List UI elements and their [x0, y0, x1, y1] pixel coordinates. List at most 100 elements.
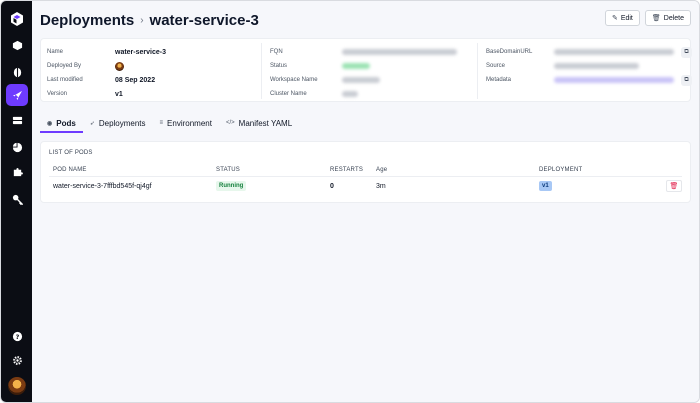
name-value: water-service-3: [115, 48, 166, 56]
sidebar-item-analytics[interactable]: [6, 136, 28, 158]
column-header-restarts: RESTARTS: [330, 167, 364, 173]
box-icon: [12, 40, 22, 50]
metadata-label: Metadata: [486, 77, 512, 83]
version-value: v1: [115, 90, 123, 98]
info-row-source: Source: [486, 59, 692, 73]
server-icon: [12, 116, 22, 124]
sidebar-item-bulb[interactable]: [6, 61, 28, 83]
tab-manifest-yaml[interactable]: </> Manifest YAML: [219, 114, 299, 132]
pod-icon: ◉: [47, 120, 53, 127]
deployer-avatar: [115, 61, 124, 71]
rocket-icon: ➶: [89, 120, 95, 127]
info-row-workspace: Workspace Name: [270, 73, 461, 87]
trash-icon: 🗑︎: [651, 15, 661, 22]
sidebar-item-integrations[interactable]: [6, 161, 28, 183]
column-header-pod-name: POD NAME: [53, 167, 87, 173]
deployment-info-card: Name water-service-3 Deployed By Last mo…: [40, 38, 692, 102]
name-label: Name: [47, 49, 64, 55]
tab-environment[interactable]: ≡ Environment: [153, 114, 219, 132]
sidebar-item-settings[interactable]: [6, 349, 28, 371]
delete-pod-button[interactable]: 🗑︎: [666, 180, 682, 192]
age-cell: 3m: [376, 183, 386, 190]
sidebar-item-servers[interactable]: [6, 109, 28, 131]
tab-pods[interactable]: ◉ Pods: [40, 114, 83, 133]
cluster-label: Cluster Name: [270, 91, 307, 97]
tab-pods-label: Pods: [56, 118, 76, 128]
pods-card: LIST OF PODS POD NAME STATUS RESTARTS Ag…: [40, 141, 691, 203]
info-row-fqn: FQN: [270, 45, 461, 59]
svg-text:?: ?: [15, 332, 19, 340]
column-header-deployment: DEPLOYMENT: [539, 167, 583, 173]
metadata-value-redacted: [554, 77, 674, 83]
info-row-cluster: Cluster Name: [270, 87, 461, 101]
env-icon: ≡: [159, 120, 164, 126]
delete-button[interactable]: 🗑︎ Delete: [644, 10, 691, 26]
key-icon: [12, 194, 23, 205]
trash-icon: 🗑︎: [669, 183, 679, 190]
tab-deployments[interactable]: ➶ Deployments: [83, 114, 153, 132]
info-column-links: BaseDomainURL ⧉ Source Metadata ⧉: [477, 43, 692, 99]
pod-name-cell[interactable]: water-service-3-7fffbd545f-qj4gf: [53, 183, 152, 190]
last-modified-value: 08 Sep 2022: [115, 76, 156, 84]
base-domain-link-icon[interactable]: ⧉: [681, 46, 692, 58]
detail-tabs: ◉ Pods ➶ Deployments ≡ Environment </> M…: [40, 114, 691, 133]
tab-deployments-label: Deployments: [98, 118, 146, 128]
sidebar-item-box[interactable]: [6, 34, 28, 56]
base-domain-label: BaseDomainURL: [486, 49, 533, 55]
app-window: ? Deployments › water-service-3 ✎ Edit 🗑…: [0, 0, 700, 403]
status-badge: Running: [216, 181, 247, 191]
help-icon: ?: [12, 331, 22, 341]
pods-title: LIST OF PODS: [49, 150, 93, 156]
sidebar: ?: [1, 1, 32, 402]
workspace-label: Workspace Name: [270, 77, 318, 83]
source-value-redacted: [554, 63, 639, 69]
info-row-deployed-by: Deployed By: [47, 59, 247, 73]
bulb-icon: [13, 67, 21, 77]
info-row-version: Version v1: [47, 87, 247, 101]
cluster-value-redacted: [342, 91, 358, 97]
rocket-icon: [12, 90, 22, 100]
deployment-version-badge[interactable]: v1: [539, 181, 552, 191]
restarts-cell: 0: [330, 183, 334, 190]
deployed-by-label: Deployed By: [47, 63, 82, 69]
pencil-icon: ✎: [611, 15, 618, 22]
puzzle-icon: [13, 167, 23, 176]
info-row-last-modified: Last modified 08 Sep 2022: [47, 73, 247, 87]
breadcrumb-deployments[interactable]: Deployments: [40, 12, 134, 29]
info-row-base-domain: BaseDomainURL ⧉: [486, 45, 692, 59]
tab-environment-label: Environment: [167, 118, 212, 128]
status-value-redacted: [342, 63, 370, 69]
gear-icon: [12, 355, 22, 365]
workspace-value-redacted: [342, 77, 380, 83]
edit-button[interactable]: ✎ Edit: [604, 10, 640, 26]
base-domain-value-redacted: [554, 49, 674, 55]
info-row-metadata: Metadata ⧉: [486, 73, 692, 87]
sidebar-item-deployments[interactable]: [6, 84, 28, 106]
cube-logo-icon[interactable]: [9, 11, 25, 27]
breadcrumb-separator: ›: [140, 14, 144, 26]
edit-button-label: Edit: [620, 14, 633, 22]
last-modified-label: Last modified: [47, 77, 83, 83]
fqn-value-redacted: [342, 49, 457, 55]
code-icon: </>: [225, 120, 235, 126]
sidebar-item-secrets[interactable]: [6, 188, 28, 210]
info-row-status: Status: [270, 59, 461, 73]
page-header: Deployments › water-service-3 ✎ Edit 🗑︎ …: [40, 10, 691, 30]
column-header-age: Age: [376, 167, 388, 173]
page-title: water-service-3: [149, 11, 259, 29]
user-avatar[interactable]: [8, 377, 26, 395]
status-label: Status: [270, 63, 288, 69]
header-actions: ✎ Edit 🗑︎ Delete: [604, 10, 691, 26]
info-column-location: FQN Status Workspace Name Cluster Name: [261, 43, 461, 99]
delete-button-label: Delete: [663, 14, 684, 22]
tab-manifest-yaml-label: Manifest YAML: [238, 118, 293, 128]
pie-chart-icon: [12, 142, 22, 152]
table-divider: [49, 176, 682, 177]
info-row-name: Name water-service-3: [47, 45, 247, 59]
sidebar-item-help[interactable]: ?: [6, 325, 28, 347]
fqn-label: FQN: [270, 49, 283, 55]
metadata-link-icon[interactable]: ⧉: [681, 74, 692, 86]
main-content: Deployments › water-service-3 ✎ Edit 🗑︎ …: [32, 1, 699, 402]
info-column-general: Name water-service-3 Deployed By Last mo…: [47, 45, 247, 101]
column-header-status: STATUS: [216, 167, 240, 173]
